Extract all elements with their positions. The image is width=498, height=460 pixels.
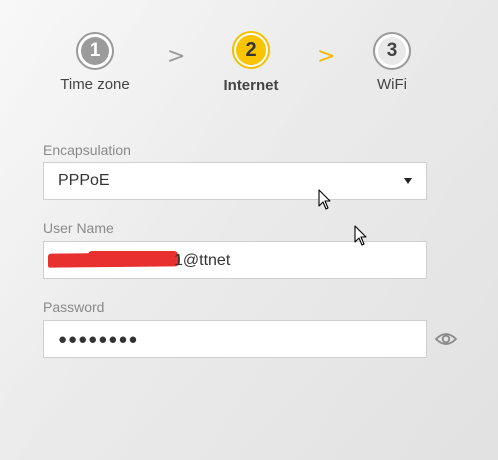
- step-separator-1: >: [167, 44, 186, 69]
- step-wifi[interactable]: 3 WiFi: [352, 32, 432, 93]
- step-3-circle: 3: [373, 32, 411, 70]
- step-2-circle: 2: [232, 31, 270, 69]
- username-input[interactable]: 1@ttnet: [43, 241, 427, 279]
- mouse-pointer-icon: [318, 189, 331, 210]
- username-label: User Name: [43, 220, 114, 236]
- step-internet[interactable]: 2 Internet: [211, 31, 291, 94]
- step-3-number: 3: [378, 37, 406, 65]
- step-1-number: 1: [81, 37, 109, 65]
- step-1-label: Time zone: [60, 76, 130, 93]
- password-input[interactable]: ●●●●●●●●: [43, 320, 427, 358]
- step-3-label: WiFi: [377, 76, 407, 93]
- step-1-circle: 1: [76, 32, 114, 70]
- mouse-pointer-icon: [354, 225, 367, 246]
- encapsulation-select[interactable]: PPPoE: [43, 162, 427, 200]
- caret-down-icon[interactable]: [404, 178, 412, 184]
- step-separator-2: >: [317, 44, 336, 69]
- password-value: ●●●●●●●●: [58, 330, 139, 348]
- encapsulation-label: Encapsulation: [43, 142, 131, 158]
- password-label: Password: [43, 299, 105, 315]
- encapsulation-value: PPPoE: [58, 172, 110, 189]
- username-value: 1@ttnet: [174, 252, 231, 269]
- eye-icon[interactable]: [434, 330, 458, 348]
- step-2-number: 2: [236, 35, 266, 65]
- step-2-label: Internet: [223, 77, 279, 94]
- step-time-zone[interactable]: 1 Time zone: [55, 32, 135, 93]
- redaction-mark-top: [88, 251, 178, 259]
